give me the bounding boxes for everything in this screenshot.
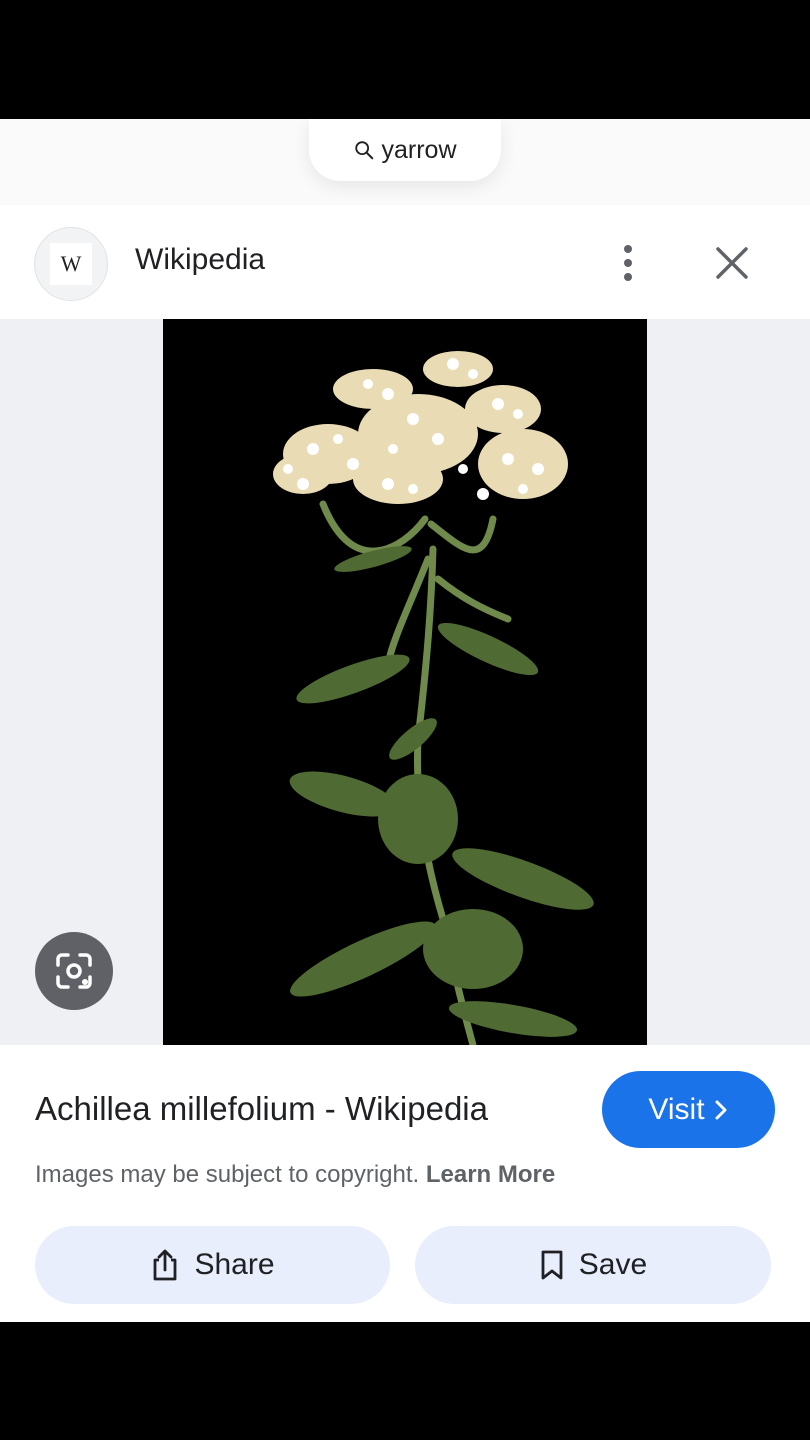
google-lens-button[interactable] xyxy=(35,932,113,1010)
save-label: Save xyxy=(578,1248,648,1281)
lens-icon xyxy=(56,953,92,989)
visit-button[interactable]: Visit xyxy=(602,1071,775,1148)
source-favicon: W xyxy=(34,227,108,301)
share-icon xyxy=(154,1249,177,1281)
result-image[interactable] xyxy=(163,319,647,1045)
copyright-notice: Images may be subject to copyright. Lear… xyxy=(35,1161,555,1189)
save-button[interactable]: Save xyxy=(415,1226,771,1304)
visit-label: Visit xyxy=(648,1092,705,1126)
share-label: Share xyxy=(194,1248,275,1281)
image-preview-area xyxy=(0,319,810,1045)
learn-more-link[interactable]: Learn More xyxy=(426,1161,555,1188)
navigation-bar xyxy=(0,1322,810,1440)
search-query: yarrow xyxy=(381,135,457,164)
more-options-button[interactable] xyxy=(608,237,648,289)
close-icon[interactable] xyxy=(706,235,758,291)
chevron-right-icon xyxy=(715,1100,727,1119)
bookmark-icon xyxy=(541,1250,563,1280)
source-header: W Wikipedia xyxy=(0,219,810,319)
search-chip[interactable]: yarrow xyxy=(309,119,501,181)
page-title[interactable]: Achillea millefolium - Wikipedia xyxy=(35,1090,488,1128)
more-vert-icon xyxy=(624,245,632,253)
search-icon xyxy=(355,141,374,160)
status-bar xyxy=(0,0,810,119)
yarrow-plant-image xyxy=(163,319,647,1045)
image-viewer-sheet: yarrow W Wikipedia Achillea millefolium … xyxy=(0,119,810,1322)
source-name: Wikipedia xyxy=(135,243,266,276)
share-button[interactable]: Share xyxy=(35,1226,390,1304)
copyright-text: Images may be subject to copyright. xyxy=(35,1161,420,1188)
wikipedia-logo-icon: W xyxy=(50,243,92,285)
search-strip: yarrow xyxy=(0,119,810,205)
